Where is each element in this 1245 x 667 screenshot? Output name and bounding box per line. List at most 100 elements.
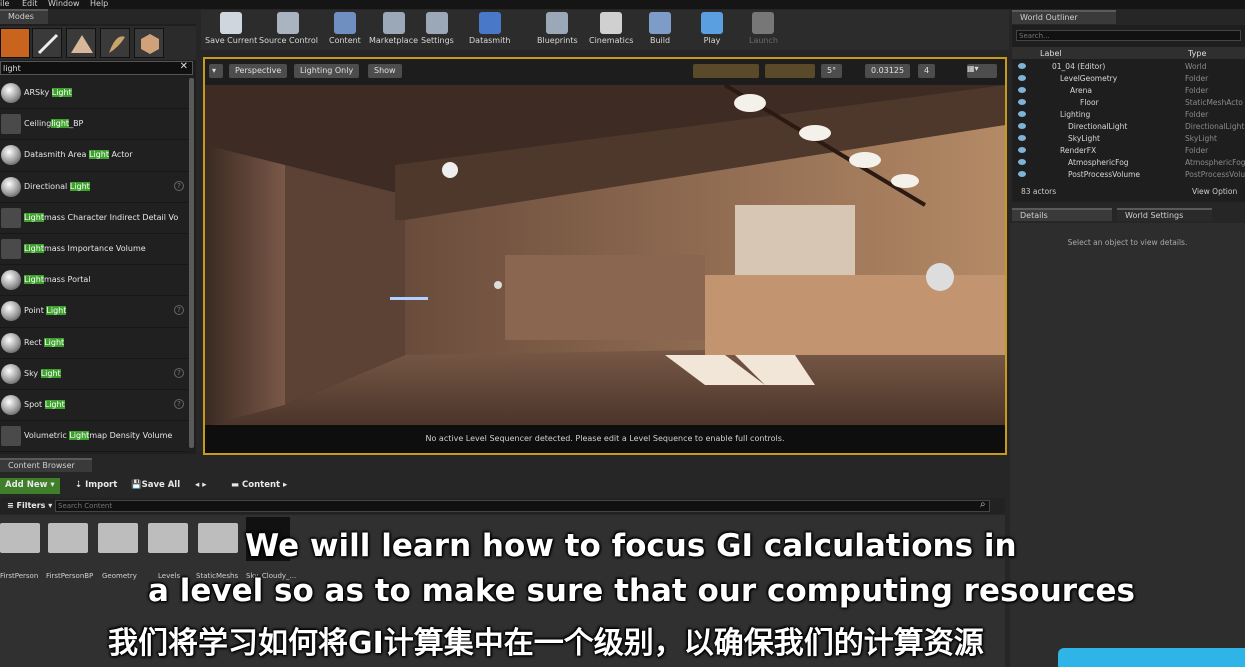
place-item[interactable]: Lightmass Importance Volume: [0, 233, 188, 266]
outliner-row[interactable]: Floor StaticMeshActo: [1012, 97, 1245, 109]
path-breadcrumb[interactable]: ▬ Content ▸: [226, 478, 292, 494]
visibility-eye-icon[interactable]: [1018, 147, 1026, 153]
toolbar-button-marketplace[interactable]: Marketplace: [369, 12, 418, 50]
search-icon[interactable]: ⌕: [980, 499, 986, 510]
outliner-row[interactable]: DirectionalLight DirectionalLight: [1012, 121, 1245, 133]
viewport-options-button[interactable]: ▾: [209, 64, 223, 78]
details-tab[interactable]: Details: [1012, 208, 1112, 221]
help-icon[interactable]: ?: [174, 305, 184, 316]
layout-icon[interactable]: ▦▾: [967, 64, 997, 78]
content-search-box[interactable]: [55, 500, 990, 512]
outliner-row[interactable]: 01_04 (Editor) World: [1012, 61, 1245, 73]
place-item[interactable]: Volumetric Lightmap Density Volume: [0, 421, 188, 453]
folder-icon[interactable]: [98, 523, 138, 553]
toolbar-button-play[interactable]: Play: [701, 12, 723, 50]
save-all-button[interactable]: 💾Save All: [126, 478, 185, 494]
content-search-input[interactable]: [56, 501, 956, 511]
visibility-eye-icon[interactable]: [1018, 135, 1026, 141]
outliner-row[interactable]: SkyLight SkyLight: [1012, 133, 1245, 145]
toolbar-button-cinematics[interactable]: Cinematics: [589, 12, 633, 50]
import-button[interactable]: ⇣ Import: [70, 478, 122, 494]
visibility-eye-icon[interactable]: [1018, 171, 1026, 177]
outliner-search-box[interactable]: [1016, 30, 1241, 41]
outliner-row[interactable]: PostProcessVolume PostProcessVolu: [1012, 169, 1245, 181]
outliner-row[interactable]: Arena Folder: [1012, 85, 1245, 97]
modes-scrollbar[interactable]: [189, 78, 194, 448]
visibility-eye-icon[interactable]: [1018, 111, 1026, 117]
help-icon[interactable]: ?: [174, 180, 184, 191]
toolbar-button-launch[interactable]: Launch: [749, 12, 778, 50]
outliner-row[interactable]: RenderFX Folder: [1012, 145, 1245, 157]
folder-icon[interactable]: [198, 523, 238, 553]
geometry-mode-icon[interactable]: [134, 28, 164, 58]
snap-tools[interactable]: [765, 64, 815, 78]
place-item[interactable]: Ceilinglight_BP: [0, 109, 188, 141]
folder-icon[interactable]: [48, 523, 88, 553]
angle-snap-value[interactable]: 5°: [821, 64, 843, 78]
menu-file[interactable]: ile: [0, 0, 9, 8]
view-mode-button[interactable]: Lighting Only: [294, 64, 360, 78]
transform-tools[interactable]: [693, 64, 759, 78]
scale-snap-value[interactable]: 0.03125: [865, 64, 911, 78]
outliner-row[interactable]: LevelGeometry Folder: [1012, 73, 1245, 85]
landscape-mode-icon[interactable]: [66, 28, 96, 58]
view-options-button[interactable]: View Option: [1192, 187, 1237, 196]
level-viewport[interactable]: ▾ Perspective Lighting Only Show 5° 0.03…: [203, 57, 1007, 455]
toolbar-button-build[interactable]: Build: [649, 12, 671, 50]
toolbar-button-content[interactable]: Content: [329, 12, 361, 50]
visibility-eye-icon[interactable]: [1018, 159, 1026, 165]
label-column-header[interactable]: Label: [1040, 49, 1062, 58]
modes-search-box[interactable]: ✕: [0, 61, 193, 75]
type-column-header[interactable]: Type: [1188, 49, 1206, 58]
outliner-row[interactable]: Lighting Folder: [1012, 109, 1245, 121]
visibility-eye-icon[interactable]: [1018, 63, 1026, 69]
toolbar-button-blueprints[interactable]: Blueprints: [537, 12, 578, 50]
visibility-eye-icon[interactable]: [1018, 123, 1026, 129]
filters-button[interactable]: ≡ Filters ▾: [2, 499, 57, 515]
outliner-row-type: Folder: [1185, 86, 1209, 95]
add-new-button[interactable]: Add New ▾: [0, 478, 60, 494]
world-settings-tab[interactable]: World Settings: [1117, 208, 1212, 221]
clear-icon[interactable]: ✕: [180, 61, 188, 72]
visibility-eye-icon[interactable]: [1018, 75, 1026, 81]
visibility-eye-icon[interactable]: [1018, 99, 1026, 105]
perspective-button[interactable]: Perspective: [229, 64, 288, 78]
place-item[interactable]: Directional Light?: [0, 171, 188, 203]
menu-edit[interactable]: Edit: [22, 0, 38, 8]
place-item[interactable]: ARSky Light: [0, 78, 188, 110]
menu-window[interactable]: Window: [48, 0, 80, 8]
toolbar-button-source-control[interactable]: Source Control: [259, 12, 318, 50]
history-nav-icon[interactable]: ◂ ▸: [190, 478, 212, 494]
world-outliner-tab[interactable]: World Outliner: [1012, 10, 1116, 24]
place-item[interactable]: Rect Light: [0, 327, 188, 359]
toolbar-button-save[interactable]: Save Current: [205, 12, 257, 50]
place-item[interactable]: Point Light?: [0, 296, 188, 328]
modes-tab[interactable]: Modes: [0, 9, 48, 24]
outliner-row[interactable]: AtmosphericFog AtmosphericFog: [1012, 157, 1245, 169]
paint-mode-icon[interactable]: [32, 28, 62, 58]
place-item[interactable]: Datasmith Area Light Actor: [0, 140, 188, 172]
content-browser-tab[interactable]: Content Browser: [0, 458, 92, 472]
outliner-row-type: StaticMeshActo: [1185, 98, 1243, 107]
toolbar-button-label: Content: [329, 36, 361, 45]
help-icon[interactable]: ?: [174, 367, 184, 378]
place-item[interactable]: Spot Light?: [0, 389, 188, 422]
place-item[interactable]: Sky Light?: [0, 358, 188, 390]
outliner-search-input[interactable]: [1017, 31, 1217, 41]
help-icon[interactable]: ?: [174, 398, 184, 409]
modes-search-input[interactable]: [1, 62, 171, 74]
show-button[interactable]: Show: [368, 64, 402, 78]
foliage-mode-icon[interactable]: [100, 28, 130, 58]
toolbar-button-settings[interactable]: Settings: [421, 12, 454, 50]
cinematics-icon: [600, 12, 623, 34]
visibility-eye-icon[interactable]: [1018, 87, 1026, 93]
place-mode-icon[interactable]: [0, 28, 30, 58]
folder-icon[interactable]: [148, 523, 188, 553]
corner-button[interactable]: [1058, 648, 1245, 667]
place-item[interactable]: Lightmass Character Indirect Detail Vo: [0, 202, 188, 234]
place-item[interactable]: Lightmass Portal: [0, 265, 188, 297]
menu-help[interactable]: Help: [90, 0, 108, 8]
folder-icon[interactable]: [0, 523, 40, 553]
toolbar-button-datasmith[interactable]: Datasmith: [469, 12, 511, 50]
camera-speed-value[interactable]: 4: [918, 64, 936, 78]
